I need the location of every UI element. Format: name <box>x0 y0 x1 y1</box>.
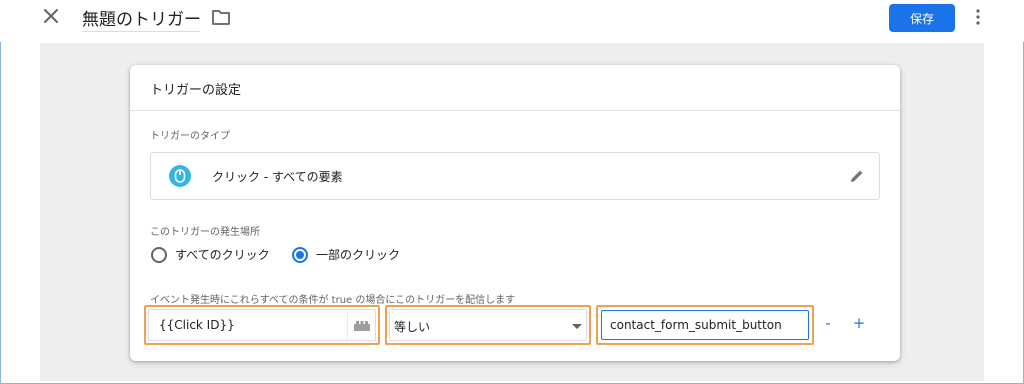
more-vert-icon[interactable] <box>972 8 984 26</box>
top-bar: 無題のトリガー 保存 <box>0 0 1024 42</box>
trigger-title[interactable]: 無題のトリガー <box>82 5 201 32</box>
variable-brick-icon <box>353 321 370 331</box>
remove-condition-button[interactable]: - <box>820 315 836 331</box>
radio-some-clicks[interactable]: 一部のクリック <box>292 246 400 263</box>
card-title: トリガーの設定 <box>150 83 242 98</box>
variable-picker-button[interactable] <box>347 312 375 340</box>
mouse-icon <box>169 165 191 187</box>
operator-value: 等しい <box>394 320 431 334</box>
radio-some-clicks-label: 一部のクリック <box>316 248 401 262</box>
close-icon[interactable] <box>40 5 62 27</box>
trigger-config-card: トリガーの設定 トリガーのタイプ クリック - すべての要素 このトリガーの発生… <box>130 65 900 361</box>
radio-all-clicks-label: すべてのクリック <box>175 248 270 262</box>
save-button[interactable]: 保存 <box>889 4 955 32</box>
radio-button-checked[interactable] <box>292 246 308 263</box>
folder-icon[interactable] <box>211 8 231 26</box>
condition-value-input[interactable] <box>601 310 809 340</box>
trigger-type-selector[interactable]: クリック - すべての要素 <box>150 152 880 200</box>
radio-button-unchecked[interactable] <box>151 246 167 263</box>
add-condition-button[interactable]: + <box>851 315 867 331</box>
radio-all-clicks[interactable]: すべてのクリック <box>151 246 270 263</box>
pencil-icon[interactable] <box>849 168 865 184</box>
trigger-type-label: トリガーのタイプ <box>150 131 230 142</box>
variable-value: {{Click ID}} <box>159 318 235 332</box>
card-divider <box>130 110 900 111</box>
chevron-down-icon <box>572 324 582 329</box>
fires-on-label: このトリガーの発生場所 <box>150 227 260 238</box>
variable-select[interactable]: {{Click ID}} <box>148 309 376 341</box>
operator-select[interactable]: 等しい <box>389 309 587 341</box>
trigger-type-value: クリック - すべての要素 <box>212 170 343 184</box>
condition-label: イベント発生時にこれらすべての条件が true の場合にこのトリガーを配信します <box>150 295 516 306</box>
